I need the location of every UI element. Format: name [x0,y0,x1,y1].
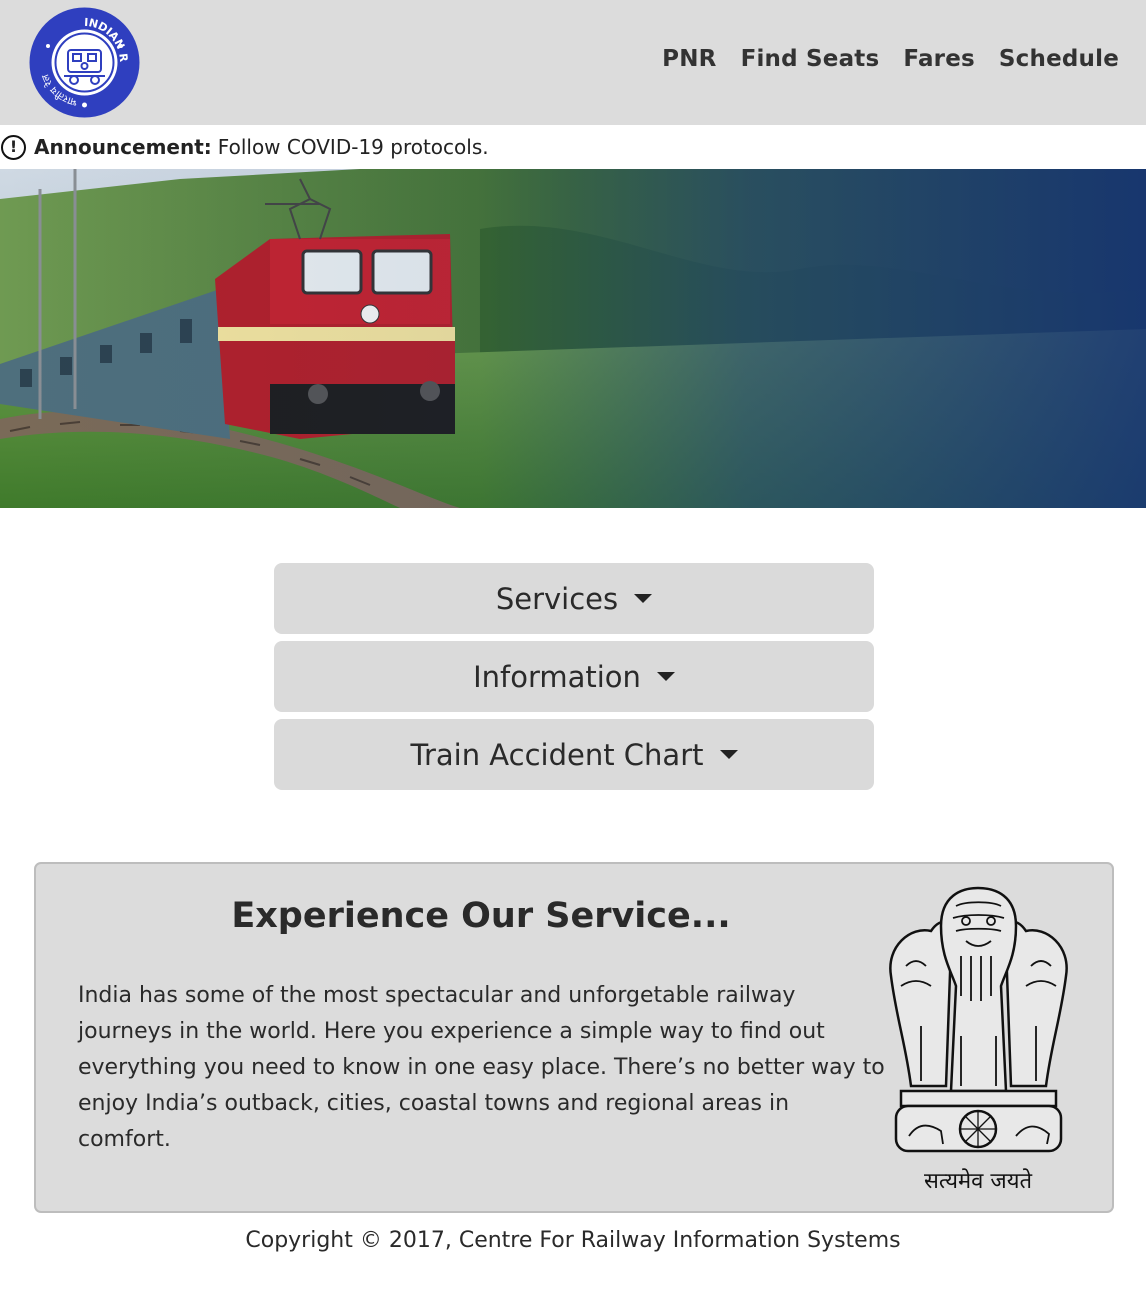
site-header: INDIAN RAILWAYS भारतीय रेल PNR Find Seat… [0,0,1146,125]
footer-copyright: Copyright © 2017, Centre For Railway Inf… [245,1228,901,1253]
card-title: Experience Our Service... [231,896,731,936]
hero-banner-image [0,169,1146,508]
nav-fares-link[interactable]: Fares [903,46,975,72]
emblem-motto: सत्यमेव जयते [924,1168,1032,1194]
announcement-bar: ! Announcement: Follow COVID-19 protocol… [0,125,1146,169]
information-dropdown-button[interactable]: Information [274,641,874,712]
announcement-text: Follow COVID-19 protocols. [217,135,489,159]
caret-down-icon [634,594,653,603]
caret-down-icon [719,750,738,759]
exclamation-circle-icon: ! [1,134,26,160]
nav-pnr-link[interactable]: PNR [662,46,716,72]
menu-dropdowns: Services Information Train Accident Char… [274,563,874,797]
nav-find-seats-link[interactable]: Find Seats [741,46,880,72]
card-body-text: India has some of the most spectacular a… [78,983,885,1152]
information-dropdown-label: Information [473,659,641,694]
train-landscape-image [0,169,1146,508]
experience-card: Experience Our Service... India has some… [34,862,1114,1213]
services-dropdown-button[interactable]: Services [274,563,874,634]
national-emblem-image: सत्यमेव जयते [889,886,1068,1194]
announcement-label: Announcement: [34,135,212,159]
indian-railways-logo[interactable]: INDIAN RAILWAYS भारतीय रेल [28,6,141,119]
train-accident-chart-dropdown-label: Train Accident Chart [410,737,704,772]
caret-down-icon [656,672,675,681]
nav-schedule-link[interactable]: Schedule [999,46,1119,72]
services-dropdown-label: Services [495,581,619,616]
train-accident-chart-dropdown-button[interactable]: Train Accident Chart [274,719,874,790]
main-nav: PNR Find Seats Fares Schedule [662,46,1119,72]
